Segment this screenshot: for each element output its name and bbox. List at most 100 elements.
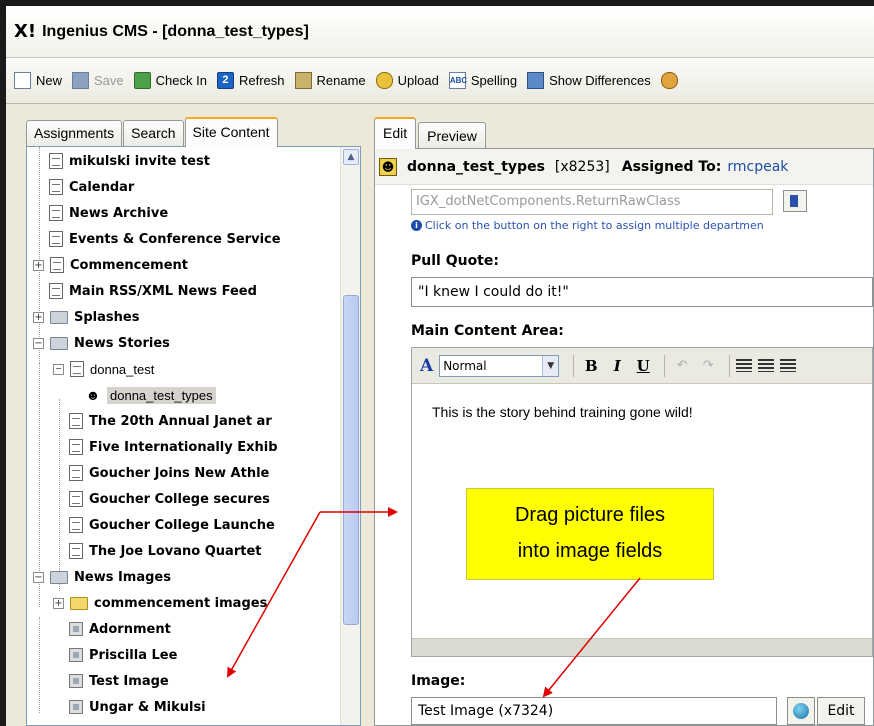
- align-center-icon[interactable]: [758, 359, 775, 372]
- document-name: donna_test_types: [407, 158, 545, 175]
- refresh-icon: 2: [216, 72, 234, 89]
- tab-edit[interactable]: Edit: [374, 117, 417, 149]
- tree-item[interactable]: Ungar & Mikulsi: [69, 695, 206, 719]
- toolbar-separator: [573, 354, 575, 377]
- collapse-icon[interactable]: −: [33, 571, 44, 583]
- refresh-button[interactable]: 2 Refresh: [216, 72, 285, 89]
- tab-assignments[interactable]: Assignments: [26, 120, 123, 146]
- redo-icon[interactable]: ↷: [697, 358, 719, 373]
- tree-item[interactable]: + Commencement: [33, 253, 188, 277]
- font-color-icon[interactable]: A: [420, 356, 433, 376]
- left-pane: Assignments Search Site Content mikulski…: [6, 104, 361, 726]
- check-in-button[interactable]: Check In: [133, 72, 207, 89]
- italic-button[interactable]: I: [606, 357, 628, 375]
- image-icon: [69, 674, 83, 688]
- scroll-up-icon[interactable]: ▲: [343, 149, 359, 165]
- save-button[interactable]: Save: [72, 72, 124, 89]
- undo-icon[interactable]: ↶: [671, 358, 693, 373]
- page-icon: [69, 413, 83, 429]
- page-icon: [70, 361, 84, 377]
- tree-item[interactable]: Goucher Joins New Athle: [69, 461, 269, 485]
- assigned-to-user[interactable]: rmcpeak: [727, 159, 788, 175]
- left-tab-strip: Assignments Search Site Content: [26, 117, 279, 147]
- chevron-down-icon: ▼: [542, 355, 559, 376]
- tree-item[interactable]: − News Images: [33, 565, 171, 589]
- pull-quote-label: Pull Quote:: [411, 253, 499, 269]
- tree-item[interactable]: News Archive: [49, 201, 168, 225]
- image-icon: [69, 700, 83, 714]
- expand-icon[interactable]: +: [33, 311, 44, 323]
- collapse-icon[interactable]: −: [33, 337, 44, 349]
- page-icon: [49, 231, 63, 247]
- tree-item[interactable]: Events & Conference Service: [49, 227, 281, 251]
- tree-item[interactable]: − donna_test: [53, 357, 154, 381]
- image-edit-button[interactable]: Edit: [817, 697, 865, 725]
- tab-search[interactable]: Search: [123, 120, 184, 146]
- info-icon: i: [411, 220, 422, 231]
- site-tree: mikulski invite test Calendar News Archi…: [26, 146, 361, 726]
- editor-scrollbar[interactable]: [412, 638, 872, 656]
- align-right-icon[interactable]: [780, 359, 797, 372]
- tree-scrollbar[interactable]: ▲: [340, 147, 360, 725]
- callout-line-1: Drag picture files: [514, 504, 666, 526]
- new-page-icon: [14, 72, 31, 89]
- page-icon: [69, 465, 83, 481]
- page-icon: [49, 179, 63, 195]
- assignment-icon: ☻: [85, 387, 101, 403]
- tab-site-content[interactable]: Site Content: [184, 117, 278, 147]
- check-in-icon: [133, 72, 151, 89]
- new-button[interactable]: New: [14, 72, 62, 89]
- expand-icon[interactable]: +: [33, 259, 44, 271]
- tree-item[interactable]: Calendar: [49, 175, 134, 199]
- app-logo: X!: [14, 21, 37, 42]
- page-icon: [49, 283, 63, 299]
- page-icon: [69, 439, 83, 455]
- pull-quote-input[interactable]: "I knew I could do it!": [411, 277, 873, 307]
- document-id: [x8253]: [554, 158, 610, 175]
- image-icon: [69, 648, 83, 662]
- upload-button[interactable]: Upload: [375, 72, 439, 89]
- tree-item[interactable]: − News Stories: [33, 331, 170, 355]
- tree-item[interactable]: Goucher College secures: [69, 487, 270, 511]
- tree-item[interactable]: Priscilla Lee: [69, 643, 177, 667]
- show-differences-button[interactable]: Show Differences: [527, 72, 651, 89]
- assigned-to-label: Assigned To:: [621, 158, 722, 175]
- tree-item[interactable]: Main RSS/XML News Feed: [49, 279, 257, 303]
- tab-preview[interactable]: Preview: [418, 122, 486, 148]
- expand-icon[interactable]: +: [53, 597, 64, 609]
- tree-item[interactable]: Five Internationally Exhib: [69, 435, 278, 459]
- spelling-button[interactable]: ABC Spelling: [448, 72, 517, 89]
- collapse-icon[interactable]: −: [53, 363, 64, 375]
- rename-button[interactable]: Rename: [294, 72, 366, 89]
- tree-item[interactable]: Goucher College Launche: [69, 513, 275, 537]
- browse-globe-button[interactable]: [787, 697, 815, 725]
- scroll-thumb[interactable]: [343, 295, 359, 625]
- tree-item[interactable]: The Joe Lovano Quartet: [69, 539, 262, 563]
- toolbar-separator: [664, 354, 666, 377]
- align-left-icon[interactable]: [736, 359, 753, 372]
- tree-item[interactable]: + Splashes: [33, 305, 139, 329]
- tree-item[interactable]: Test Image: [69, 669, 169, 693]
- bold-button[interactable]: B: [580, 357, 602, 375]
- user-icon: [660, 72, 678, 89]
- title-bar: X! Ingenius CMS - [donna_test_types]: [6, 6, 874, 58]
- folder-open-icon: [50, 336, 68, 350]
- folder-icon: [70, 596, 88, 610]
- tree-connector: [59, 399, 60, 591]
- more-toolbar-button[interactable]: [660, 72, 683, 89]
- paragraph-style-select[interactable]: Normal ▼: [439, 354, 560, 377]
- tree-item[interactable]: The 20th Annual Janet ar: [69, 409, 272, 433]
- tree-item[interactable]: + commencement images: [53, 591, 267, 615]
- right-pane: Edit Preview ☻ donna_test_types [x8253] …: [368, 104, 874, 726]
- editor-tab-strip: Edit Preview: [374, 116, 488, 149]
- tree-item-selected[interactable]: ☻ donna_test_types: [85, 383, 216, 407]
- underline-button[interactable]: U: [632, 357, 654, 375]
- tree-item[interactable]: Adornment: [69, 617, 171, 641]
- page-icon: [69, 491, 83, 507]
- editor-body-text[interactable]: This is the story behind training gone w…: [432, 404, 693, 420]
- page-icon: [69, 543, 83, 559]
- tree-item[interactable]: mikulski invite test: [49, 149, 210, 173]
- assign-departments-button[interactable]: [783, 190, 807, 212]
- image-input[interactable]: Test Image (x7324): [411, 697, 777, 725]
- show-differences-icon: [527, 72, 545, 89]
